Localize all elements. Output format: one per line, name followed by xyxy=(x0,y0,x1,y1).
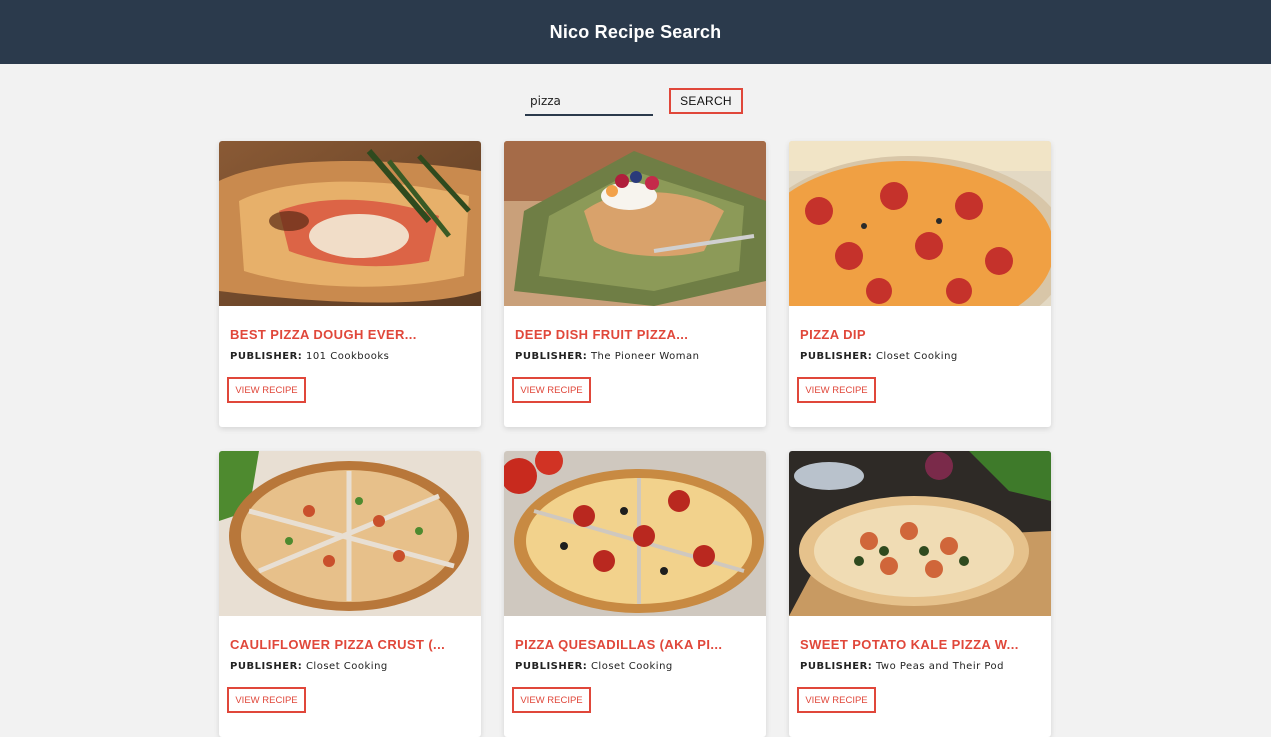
publisher-name: The Pioneer Woman xyxy=(590,351,700,362)
recipe-image[interactable] xyxy=(789,451,1051,616)
publisher-label: PUBLISHER: xyxy=(515,351,588,362)
publisher-name: 101 Cookbooks xyxy=(305,351,390,362)
search-input[interactable] xyxy=(525,88,653,116)
view-recipe-button[interactable]: VIEW RECIPE xyxy=(227,377,306,403)
publisher-name: Two Peas and Their Pod xyxy=(875,661,1005,672)
recipe-publisher: PUBLISHER: Closet Cooking xyxy=(230,661,388,672)
search-bar: SEARCH xyxy=(0,88,1271,118)
recipe-card: SWEET POTATO KALE PIZZA W... PUBLISHER: … xyxy=(789,451,1051,737)
app-title: Nico Recipe Search xyxy=(549,21,722,42)
recipe-image[interactable] xyxy=(219,141,481,306)
recipe-image[interactable] xyxy=(789,141,1051,306)
recipe-image[interactable] xyxy=(504,141,766,306)
view-recipe-button[interactable]: VIEW RECIPE xyxy=(512,377,591,403)
recipe-card: BEST PIZZA DOUGH EVER... PUBLISHER: 101 … xyxy=(219,141,481,427)
publisher-label: PUBLISHER: xyxy=(515,661,588,672)
recipe-title[interactable]: PIZZA DIP xyxy=(800,327,866,342)
publisher-name: Closet Cooking xyxy=(590,661,673,672)
view-recipe-button[interactable]: VIEW RECIPE xyxy=(227,687,306,713)
publisher-label: PUBLISHER: xyxy=(230,351,303,362)
view-recipe-button[interactable]: VIEW RECIPE xyxy=(797,377,876,403)
app-header: Nico Recipe Search xyxy=(0,0,1271,64)
recipe-title[interactable]: DEEP DISH FRUIT PIZZA... xyxy=(515,327,688,342)
recipe-card: CAULIFLOWER PIZZA CRUST (... PUBLISHER: … xyxy=(219,451,481,737)
view-recipe-button[interactable]: VIEW RECIPE xyxy=(797,687,876,713)
publisher-name: Closet Cooking xyxy=(875,351,958,362)
recipe-card: PIZZA DIP PUBLISHER: Closet Cooking VIEW… xyxy=(789,141,1051,427)
publisher-name: Closet Cooking xyxy=(305,661,388,672)
recipe-publisher: PUBLISHER: 101 Cookbooks xyxy=(230,351,389,362)
recipe-title[interactable]: CAULIFLOWER PIZZA CRUST (... xyxy=(230,637,445,652)
recipe-card: DEEP DISH FRUIT PIZZA... PUBLISHER: The … xyxy=(504,141,766,427)
recipe-title[interactable]: PIZZA QUESADILLAS (AKA PI... xyxy=(515,637,722,652)
recipe-publisher: PUBLISHER: Closet Cooking xyxy=(800,351,958,362)
search-button[interactable]: SEARCH xyxy=(669,88,743,114)
publisher-label: PUBLISHER: xyxy=(230,661,303,672)
recipe-publisher: PUBLISHER: Closet Cooking xyxy=(515,661,673,672)
recipe-image[interactable] xyxy=(219,451,481,616)
recipe-publisher: PUBLISHER: Two Peas and Their Pod xyxy=(800,661,1004,672)
view-recipe-button[interactable]: VIEW RECIPE xyxy=(512,687,591,713)
recipe-title[interactable]: BEST PIZZA DOUGH EVER... xyxy=(230,327,417,342)
recipe-title[interactable]: SWEET POTATO KALE PIZZA W... xyxy=(800,637,1019,652)
recipe-publisher: PUBLISHER: The Pioneer Woman xyxy=(515,351,700,362)
publisher-label: PUBLISHER: xyxy=(800,661,873,672)
recipe-image[interactable] xyxy=(504,451,766,616)
recipe-card: PIZZA QUESADILLAS (AKA PI... PUBLISHER: … xyxy=(504,451,766,737)
publisher-label: PUBLISHER: xyxy=(800,351,873,362)
